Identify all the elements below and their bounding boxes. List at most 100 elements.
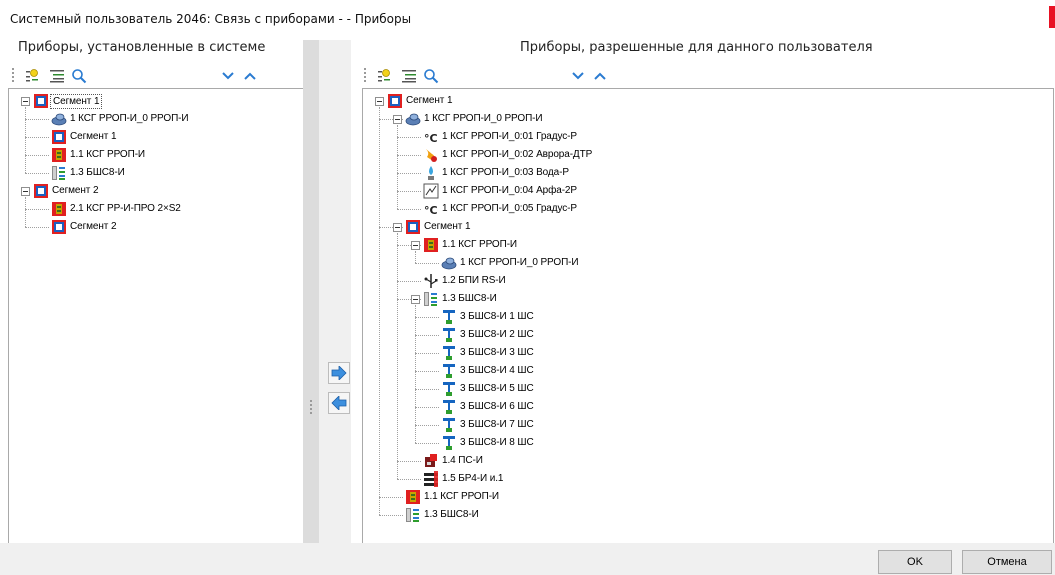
right-device-tree[interactable]: Сегмент 1 1 КСГ РРОП-И_0 РРОП-И °C 1 КСГ РР… [362, 88, 1054, 544]
tree-connector [415, 251, 416, 263]
tree-connector [415, 335, 439, 336]
tree-connector [25, 155, 49, 156]
tree-collapse-toggle[interactable] [411, 241, 420, 250]
tree-node-label: 1.1 КСГ РРОП-И [70, 149, 146, 160]
tree-connector [25, 197, 26, 227]
flame-sensor-icon [423, 147, 439, 163]
tree-node-label: 1.2 БПИ RS-И [442, 275, 506, 286]
ksg-icon [423, 237, 439, 253]
expand-all-icon[interactable] [376, 67, 394, 85]
tree-connector [397, 461, 421, 462]
tree-connector [397, 155, 421, 156]
tree-connector [379, 107, 380, 515]
remove-from-allowed-button[interactable] [328, 392, 350, 414]
chevron-down-icon[interactable] [569, 67, 587, 85]
tree-connector [397, 281, 421, 282]
tree-connector [415, 353, 439, 354]
tree-node-label: 1.1 КСГ РРОП-И [424, 491, 500, 502]
rrop-device-icon [405, 111, 421, 127]
segment-icon [51, 219, 67, 235]
tree-node-label: 1.5 БР4-И и.1 [442, 473, 504, 484]
left-device-tree[interactable]: Сегмент 1 1 КСГ РРОП-И_0 РРОП-И Сегмент 1 1… [8, 88, 304, 544]
collapse-all-icon[interactable] [48, 67, 66, 85]
tree-connector [25, 107, 26, 173]
tree-connector [415, 263, 439, 264]
toolbar-grip[interactable] [364, 68, 366, 84]
thermometer-icon: °C [423, 129, 439, 145]
tree-node-label: Сегмент 2 [70, 221, 117, 232]
tree-connector [415, 425, 439, 426]
tree-connector [415, 389, 439, 390]
tree-node-label: 1.1 КСГ РРОП-И [442, 239, 518, 250]
search-icon[interactable] [422, 67, 440, 85]
tree-node-label: 3 БШС8-И 3 ШС [460, 347, 534, 358]
tree-node-label: Сегмент 2 [52, 185, 99, 196]
tree-node-label: 1.3 БШС8-И [424, 509, 479, 520]
tree-node-label: Сегмент 1 [424, 221, 471, 232]
rrop-device-icon [441, 255, 457, 271]
tree-connector [397, 191, 421, 192]
usb-icon [423, 273, 439, 289]
tree-connector [25, 119, 49, 120]
tree-node-label: Сегмент 1 [406, 95, 453, 106]
window-title: Системный пользователь 2046: Связь с при… [10, 12, 412, 26]
right-panel-header: Приборы, разрешенные для данного пользов… [520, 40, 873, 55]
tree-node-label: 1 КСГ РРОП-И_0 РРОП-И [460, 257, 579, 268]
tree-collapse-toggle[interactable] [375, 97, 384, 106]
chevron-up-icon[interactable] [591, 67, 609, 85]
tree-collapse-toggle[interactable] [21, 97, 30, 106]
expand-all-icon[interactable] [24, 67, 42, 85]
loop-icon [441, 327, 457, 343]
ok-button[interactable]: OK [878, 550, 952, 574]
tree-node-label: 3 БШС8-И 7 ШС [460, 419, 534, 430]
tree-connector [25, 137, 49, 138]
close-button[interactable] [1049, 6, 1055, 28]
tree-node-label: Сегмент 1 [50, 94, 103, 109]
add-to-allowed-button[interactable] [328, 362, 350, 384]
tree-collapse-toggle[interactable] [393, 223, 402, 232]
tree-connector [415, 305, 416, 443]
tree-connector [415, 317, 439, 318]
left-panel-header: Приборы, установленные в системе [18, 40, 266, 55]
tree-connector [415, 443, 439, 444]
tree-connector [397, 173, 421, 174]
bshs-icon [423, 291, 439, 307]
loop-icon [441, 363, 457, 379]
bshs-icon [405, 507, 421, 523]
cancel-button[interactable]: Отмена [962, 550, 1052, 574]
tree-node-label: 1.3 БШС8-И [70, 167, 125, 178]
segment-icon [51, 129, 67, 145]
tree-node-label: 1.4 ПС-И [442, 455, 483, 466]
tree-node-label: 1 КСГ РРОП-И_0 РРОП-И [424, 113, 543, 124]
chevron-down-icon[interactable] [219, 67, 237, 85]
segment-icon [33, 93, 49, 109]
tree-collapse-toggle[interactable] [411, 295, 420, 304]
ksg-icon [405, 489, 421, 505]
title-bar: Системный пользователь 2046: Связь с при… [0, 0, 1055, 38]
svg-text:°C: °C [424, 204, 438, 217]
chevron-up-icon[interactable] [241, 67, 259, 85]
tree-collapse-toggle[interactable] [393, 115, 402, 124]
tree-node-label: 3 БШС8-И 4 ШС [460, 365, 534, 376]
tree-connector [25, 209, 49, 210]
bshs-icon [51, 165, 67, 181]
left-toolbar [10, 65, 302, 87]
toolbar-grip[interactable] [12, 68, 14, 84]
search-icon[interactable] [70, 67, 88, 85]
ksg-icon [51, 147, 67, 163]
ps-icon [423, 453, 439, 469]
tree-connector [397, 209, 421, 210]
right-toolbar [362, 65, 1052, 87]
tree-collapse-toggle[interactable] [21, 187, 30, 196]
tree-node-label: 3 БШС8-И 5 ШС [460, 383, 534, 394]
tree-connector [397, 125, 398, 209]
tree-connector [25, 173, 49, 174]
tree-node-label: 1 КСГ РРОП-И_0:04 Арфа-2Р [442, 185, 577, 196]
tree-node-label: 3 БШС8-И 8 ШС [460, 437, 534, 448]
rrop-device-icon [51, 111, 67, 127]
tree-node-label: 1 КСГ РРОП-И_0:02 Аврора-ДТР [442, 149, 593, 160]
panel-splitter[interactable] [303, 40, 319, 543]
collapse-all-icon[interactable] [400, 67, 418, 85]
glass-break-icon [423, 183, 439, 199]
segment-icon [387, 93, 403, 109]
